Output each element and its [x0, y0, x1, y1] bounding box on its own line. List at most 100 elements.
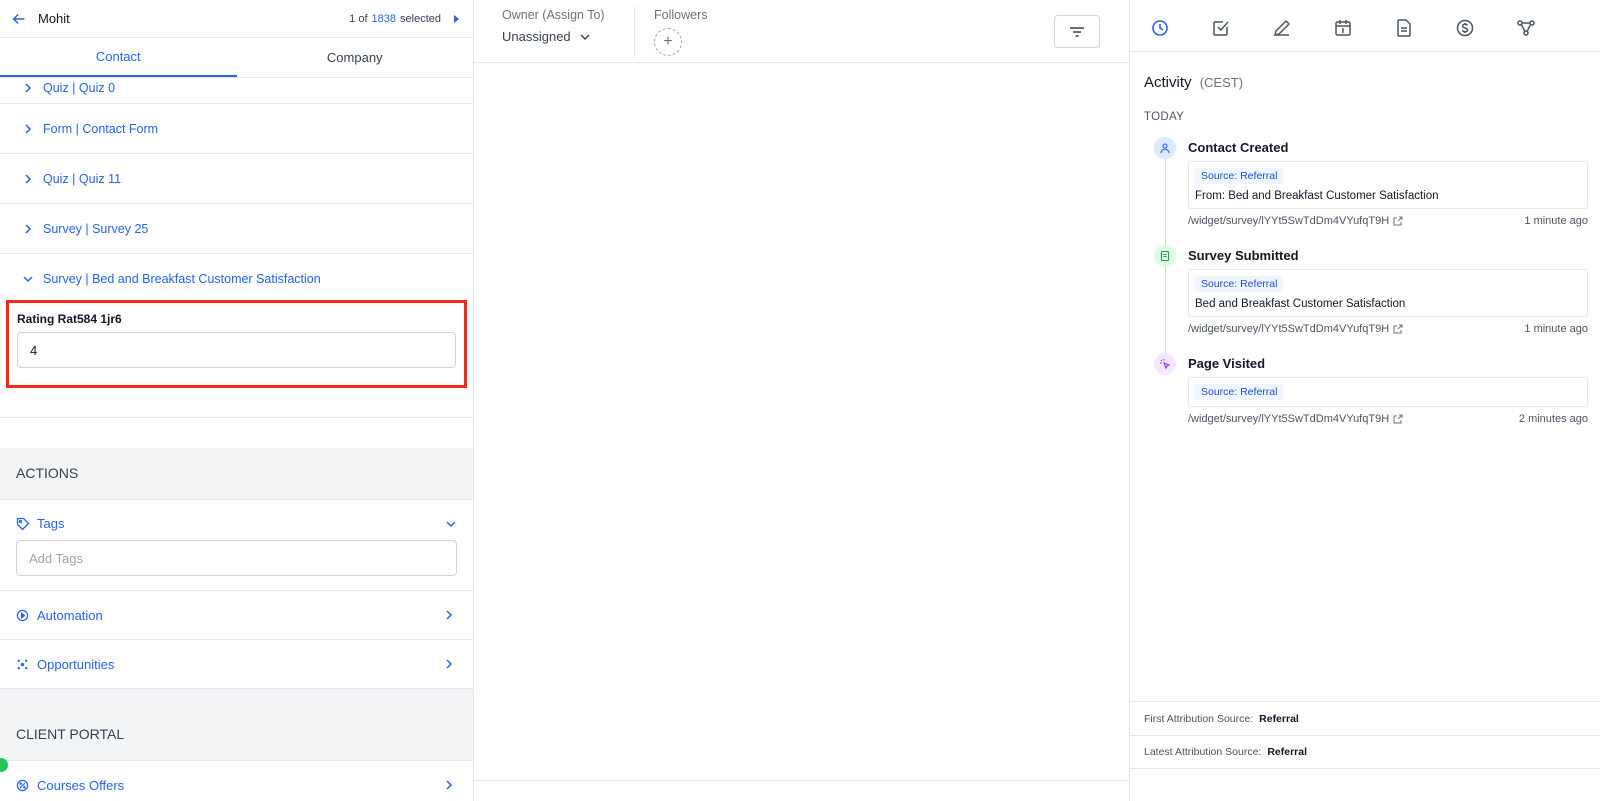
actions-section-title: ACTIONS [0, 448, 473, 500]
first-attribution-label: First Attribution Source: [1144, 712, 1254, 725]
divider [474, 780, 1129, 781]
filter-icon [1070, 26, 1084, 37]
event-url-link[interactable]: /widget/survey/lYYt5SwTdDm4VYufqT9H [1188, 413, 1403, 425]
tags-label: Tags [37, 516, 65, 531]
accordion-contact-form[interactable]: Form | Contact Form [0, 104, 473, 154]
offer-icon [16, 779, 29, 791]
note-pencil-icon[interactable] [1272, 18, 1292, 38]
followers-section: Followers + [654, 8, 708, 56]
courses-offers-row[interactable]: Courses Offers [0, 761, 473, 801]
chevron-down-icon [580, 33, 590, 40]
courses-offers-label: Courses Offers [37, 777, 125, 793]
external-link-icon [1393, 324, 1403, 334]
event-url-link[interactable]: /widget/survey/lYYt5SwTdDm4VYufqT9H [1188, 215, 1403, 227]
contact-name: Mohit [38, 11, 70, 26]
accordion-label: Form | Contact Form [43, 121, 159, 136]
accordion-label: Quiz | Quiz 0 [43, 80, 116, 95]
owner-value: Unassigned [502, 29, 571, 44]
divider [634, 6, 635, 58]
accordion-label: Survey | Survey 25 [43, 221, 149, 236]
external-link-icon [1393, 414, 1403, 424]
owner-label: Owner (Assign To) [502, 8, 605, 22]
workflow-icon[interactable] [1516, 18, 1536, 38]
tab-contact[interactable]: Contact [0, 38, 237, 77]
chevron-right-icon [446, 659, 453, 669]
activity-clock-icon[interactable] [1150, 18, 1170, 38]
event-footer: /widget/survey/lYYt5SwTdDm4VYufqT9H 1 mi… [1188, 323, 1588, 335]
event-footer: /widget/survey/lYYt5SwTdDm4VYufqT9H 2 mi… [1188, 413, 1588, 425]
conversation-panel: Owner (Assign To) Unassigned Followers + [474, 0, 1129, 801]
document-icon[interactable] [1394, 18, 1414, 38]
activity-event-survey-submitted: Survey Submitted Source: Referral Bed an… [1154, 245, 1588, 335]
filter-button[interactable] [1054, 15, 1100, 48]
rating-field-input[interactable]: 4 [17, 332, 456, 368]
first-attribution-value: Referral [1259, 712, 1299, 725]
event-card: Source: Referral [1188, 377, 1588, 407]
pager-total[interactable]: 1838 [372, 13, 396, 25]
accordion-label: Survey | Bed and Breakfast Customer Sati… [43, 272, 321, 286]
tag-icon [16, 517, 30, 530]
latest-attribution-label: Latest Attribution Source: [1144, 746, 1262, 758]
chevron-right-icon [25, 223, 32, 234]
owner-dropdown[interactable]: Unassigned [502, 29, 605, 44]
divider [0, 392, 473, 418]
event-card: Source: Referral From: Bed and Breakfast… [1188, 161, 1588, 209]
latest-attribution-value: Referral [1267, 746, 1308, 758]
activity-heading: Activity [1144, 74, 1192, 91]
tab-company[interactable]: Company [237, 38, 474, 77]
followers-label: Followers [654, 8, 708, 22]
contact-tabs: Contact Company [0, 38, 473, 78]
event-title: Survey Submitted [1188, 248, 1299, 263]
event-footer: /widget/survey/lYYt5SwTdDm4VYufqT9H 1 mi… [1188, 215, 1588, 227]
latest-attribution-row: Latest Attribution Source: Referral [1130, 735, 1600, 769]
tags-header[interactable]: Tags [16, 516, 457, 531]
chevron-down-icon [446, 520, 456, 527]
opportunities-icon [17, 659, 28, 669]
event-url-link[interactable]: /widget/survey/lYYt5SwTdDm4VYufqT9H [1188, 323, 1403, 335]
event-card: Source: Referral Bed and Breakfast Custo… [1188, 269, 1588, 317]
task-checkbox-icon[interactable] [1211, 18, 1231, 38]
user-icon [1154, 137, 1176, 159]
pager-selected: selected [400, 12, 441, 25]
chevron-right-icon [446, 610, 453, 620]
day-label: TODAY [1144, 111, 1185, 123]
accordion-label: Quiz | Quiz 11 [43, 171, 122, 186]
event-time: 1 minute ago [1524, 323, 1588, 335]
accordion-quiz-11[interactable]: Quiz | Quiz 11 [0, 154, 473, 204]
external-link-icon [1393, 216, 1403, 226]
back-arrow-icon[interactable] [10, 10, 28, 28]
activity-title: Activity (CEST) [1144, 74, 1243, 91]
next-record-icon[interactable] [451, 14, 461, 24]
chevron-right-icon [25, 123, 32, 134]
event-text: From: Bed and Breakfast Customer Satisfa… [1195, 190, 1439, 202]
chevron-right-icon [25, 82, 32, 93]
event-title: Contact Created [1188, 140, 1289, 155]
event-time: 2 minutes ago [1518, 413, 1588, 425]
opportunities-label: Opportunities [37, 656, 115, 672]
automation-icon [16, 609, 29, 621]
automation-row[interactable]: Automation [0, 591, 473, 640]
accordion-survey-25[interactable]: Survey | Survey 25 [0, 204, 473, 254]
dollar-icon[interactable] [1455, 18, 1475, 38]
chevron-right-icon [25, 173, 32, 184]
calendar-icon[interactable] [1333, 18, 1353, 38]
activity-panel: Activity (CEST) TODAY Contact Created So… [1129, 0, 1600, 801]
opportunities-row[interactable]: Opportunities [0, 640, 473, 689]
source-badge: Source: Referral [1195, 276, 1284, 292]
first-attribution-row: First Attribution Source: Referral [1130, 701, 1600, 735]
contact-details-panel: Mohit 1 of 1838 selected Contact Company… [0, 0, 474, 801]
add-follower-button[interactable]: + [654, 28, 682, 56]
rating-field-label: Rating Rat584 1jr6 [17, 312, 122, 326]
activity-toolbar [1130, 0, 1600, 52]
activity-event-page-visited: Page Visited Source: Referral /widget/su… [1154, 353, 1588, 425]
owner-selector: Owner (Assign To) Unassigned [502, 8, 605, 44]
accordion-bb-survey[interactable]: Survey | Bed and Breakfast Customer Sati… [0, 254, 473, 304]
source-badge: Source: Referral [1195, 168, 1284, 184]
click-icon [1154, 353, 1176, 375]
source-badge: Source: Referral [1195, 384, 1284, 400]
add-tags-input[interactable]: Add Tags [16, 540, 457, 576]
chevron-down-icon [23, 276, 33, 283]
event-text: Bed and Breakfast Customer Satisfaction [1195, 298, 1406, 310]
record-pager: 1 of 1838 selected [349, 13, 461, 25]
activity-event-contact-created: Contact Created Source: Referral From: B… [1154, 137, 1588, 227]
